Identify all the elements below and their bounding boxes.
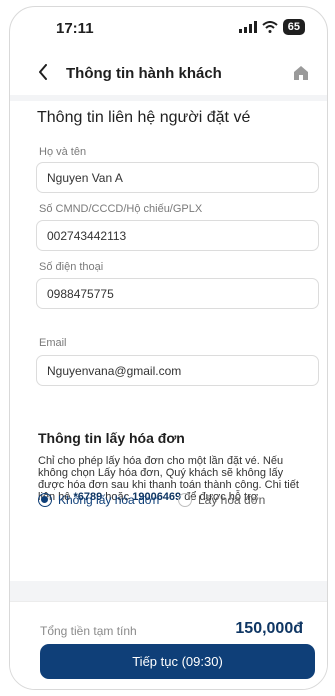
- contact-section-title: Thông tin liên hệ người đặt vé: [37, 109, 251, 126]
- continue-button[interactable]: Tiếp tục (09:30): [40, 644, 315, 679]
- radio-unselected-icon: [178, 493, 192, 507]
- field-label-phone: Số điện thoại: [39, 261, 104, 273]
- field-label-email: Email: [39, 337, 67, 349]
- field-label-id: Số CMND/CCCD/Hộ chiếu/GPLX: [39, 203, 203, 215]
- total-value: 150,000đ: [235, 620, 303, 637]
- invoice-section-title: Thông tin lấy hóa đơn: [38, 430, 185, 446]
- footer-bar: Tổng tiền tạm tính 150,000đ Tiếp tục (09…: [10, 601, 327, 689]
- radio-no-invoice[interactable]: Không lấy hóa đơn: [38, 493, 159, 507]
- page-title: Thông tin hành khách: [66, 65, 222, 82]
- radio-get-invoice-label: Lấy hóa đơn: [198, 493, 266, 507]
- app-header: Thông tin hành khách: [10, 53, 327, 93]
- home-icon[interactable]: [291, 63, 311, 83]
- status-time: 17:11: [56, 20, 94, 37]
- total-label: Tổng tiền tạm tính: [40, 624, 137, 638]
- field-label-name: Họ và tên: [39, 146, 87, 158]
- section-divider: [10, 581, 327, 601]
- invoice-section: Thông tin lấy hóa đơn Chỉ cho phép lấy h…: [10, 430, 327, 591]
- phone-field[interactable]: 0988475775: [36, 278, 319, 309]
- status-bar: 17:11 65: [10, 7, 327, 47]
- battery-icon: 65: [282, 19, 305, 35]
- chevron-left-icon: [39, 64, 47, 80]
- id-number-field[interactable]: 002743442113: [36, 220, 319, 251]
- back-button[interactable]: [32, 61, 54, 83]
- wifi-icon: [262, 21, 278, 33]
- email-field[interactable]: Nguyenvana@gmail.com: [36, 355, 319, 386]
- radio-get-invoice[interactable]: Lấy hóa đơn: [178, 493, 265, 507]
- name-field[interactable]: Nguyen Van A: [36, 162, 319, 193]
- radio-no-invoice-label: Không lấy hóa đơn: [58, 493, 160, 507]
- radio-selected-icon: [38, 493, 52, 507]
- signal-icon: [238, 21, 257, 33]
- status-icons: 65: [238, 19, 305, 35]
- phone-frame: 17:11 65 Thông tin hành khách Thông tin …: [9, 6, 328, 690]
